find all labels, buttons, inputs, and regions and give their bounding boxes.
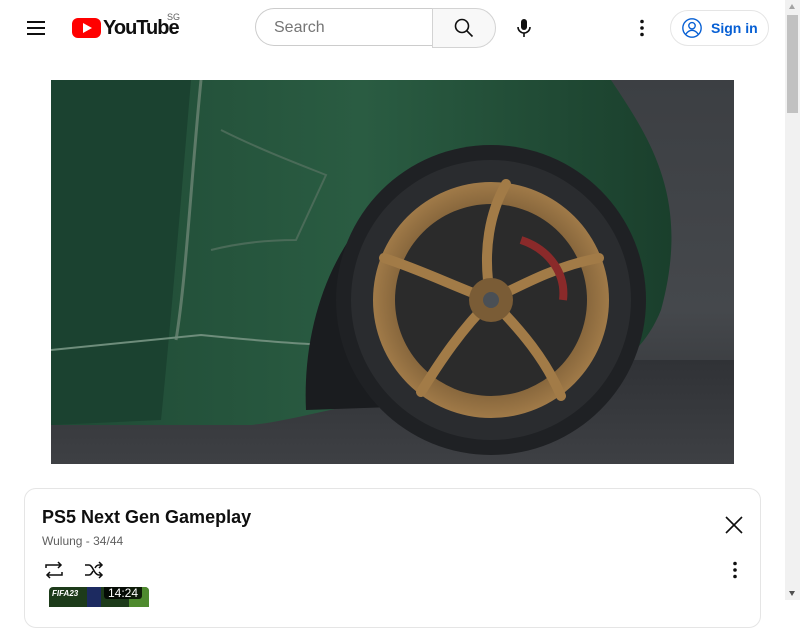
video-frame (51, 80, 734, 464)
voice-search-button[interactable] (504, 8, 544, 48)
playlist-panel: PS5 Next Gen Gameplay Wulung - 34/44 FIF… (24, 488, 761, 628)
sign-in-label: Sign in (711, 20, 758, 36)
playlist-close-button[interactable] (722, 513, 746, 537)
playlist-title[interactable]: PS5 Next Gen Gameplay (42, 507, 251, 528)
search-button[interactable] (432, 8, 496, 48)
video-duration-badge: 14:24 (104, 587, 143, 599)
search-icon (454, 18, 474, 38)
thumbnail-artwork (87, 587, 101, 607)
playlist-subtitle: Wulung - 34/44 (42, 534, 124, 548)
thumbnail-text: FIFA23 (52, 589, 79, 598)
settings-more-button[interactable] (626, 12, 658, 44)
scroll-down-arrow-icon[interactable] (789, 591, 795, 596)
loop-icon (45, 561, 63, 579)
close-icon (725, 516, 743, 534)
account-circle-icon (682, 18, 702, 38)
youtube-play-icon (72, 18, 101, 38)
loop-playlist-button[interactable] (42, 558, 66, 582)
youtube-logo[interactable]: YouTube (72, 16, 180, 40)
hamburger-icon (27, 21, 45, 23)
search-input[interactable] (272, 18, 426, 38)
playlist-more-button[interactable] (723, 558, 747, 582)
more-vert-icon (640, 19, 644, 37)
video-player[interactable] (51, 80, 734, 464)
page-scrollbar[interactable] (785, 0, 800, 600)
shuffle-icon (85, 561, 104, 579)
country-code: SG (167, 12, 181, 22)
more-vert-icon (733, 561, 737, 579)
scrollbar-thumb[interactable] (787, 15, 798, 113)
shuffle-playlist-button[interactable] (82, 558, 106, 582)
mic-icon (517, 19, 531, 37)
guide-menu-button[interactable] (20, 12, 52, 44)
sign-in-button[interactable]: Sign in (670, 10, 769, 46)
scroll-up-arrow-icon[interactable] (789, 4, 795, 9)
masthead: YouTube SG Sign in (0, 0, 785, 56)
playlist-item-thumbnail[interactable]: FIFA23 14:24 (49, 587, 149, 607)
search-box (255, 8, 433, 46)
